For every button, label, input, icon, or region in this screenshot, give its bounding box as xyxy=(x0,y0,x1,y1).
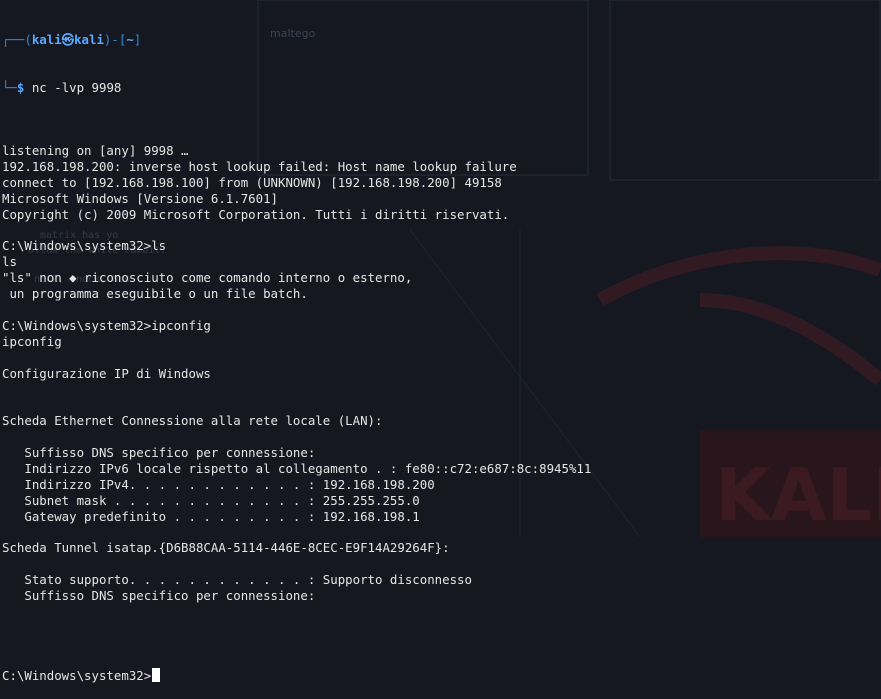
prompt-frame: ] xyxy=(133,31,142,47)
output-line: "ls" non ◆ riconosciuto come comando int… xyxy=(2,270,413,286)
prompt-cwd: ~ xyxy=(126,31,134,47)
output-line: 192.168.198.200: inverse host lookup fai… xyxy=(2,159,517,175)
terminal-window[interactable]: { "prompt": { "frame_top_left": "┌──(", … xyxy=(0,0,881,683)
output-line: C:\Windows\system32>ipconfig xyxy=(2,317,211,333)
prompt-frame: └─ xyxy=(2,79,17,95)
output-line: un programma eseguibile o un file batch. xyxy=(2,286,308,302)
text-cursor[interactable] xyxy=(152,667,161,682)
output-line: ipconfig xyxy=(2,333,62,349)
current-prompt: C:\Windows\system32> xyxy=(2,667,152,683)
output-line: Gateway predefinito . . . . . . . . . : … xyxy=(2,508,420,524)
current-prompt-line[interactable]: C:\Windows\system32> xyxy=(2,667,879,684)
output-line: Copyright (c) 2009 Microsoft Corporation… xyxy=(2,206,510,222)
output-line: Microsoft Windows [Versione 6.1.7601] xyxy=(2,190,279,206)
output-line: ls xyxy=(2,254,17,270)
prompt-user: kali㉿kali xyxy=(31,31,104,47)
output-line: Suffisso DNS specifico per connessione: xyxy=(2,445,316,461)
output-line: Scheda Ethernet Connessione alla rete lo… xyxy=(2,413,383,429)
output-line: listening on [any] 9998 … xyxy=(2,143,189,159)
output-line: Configurazione IP di Windows xyxy=(2,365,211,381)
terminal-output[interactable]: ┌──(kali㉿kali)-[~] └─$ nc -lvp 9998 list… xyxy=(2,0,879,683)
output-block: listening on [any] 9998 … 192.168.198.200… xyxy=(2,143,879,620)
command-text: nc -lvp 9998 xyxy=(24,79,122,95)
output-line: connect to [192.168.198.100] from (UNKNO… xyxy=(2,174,502,190)
prompt-line-bottom: └─$ nc -lvp 9998 xyxy=(2,80,879,96)
output-line: Suffisso DNS specifico per connessione: xyxy=(2,588,316,604)
output-line: Stato supporto. . . . . . . . . . . . : … xyxy=(2,572,472,588)
prompt-line-top: ┌──(kali㉿kali)-[~] xyxy=(2,32,879,48)
prompt-frame: )-[ xyxy=(103,31,127,47)
output-line: Scheda Tunnel isatap.{D6B88CAA-5114-446E… xyxy=(2,540,450,556)
output-line: Indirizzo IPv4. . . . . . . . . . . . : … xyxy=(2,476,435,492)
output-line: C:\Windows\system32>ls xyxy=(2,238,167,254)
output-line: Subnet mask . . . . . . . . . . . . . : … xyxy=(2,492,420,508)
prompt-frame: ┌──( xyxy=(2,31,32,47)
output-line: Indirizzo IPv6 locale rispetto al colleg… xyxy=(2,460,592,476)
